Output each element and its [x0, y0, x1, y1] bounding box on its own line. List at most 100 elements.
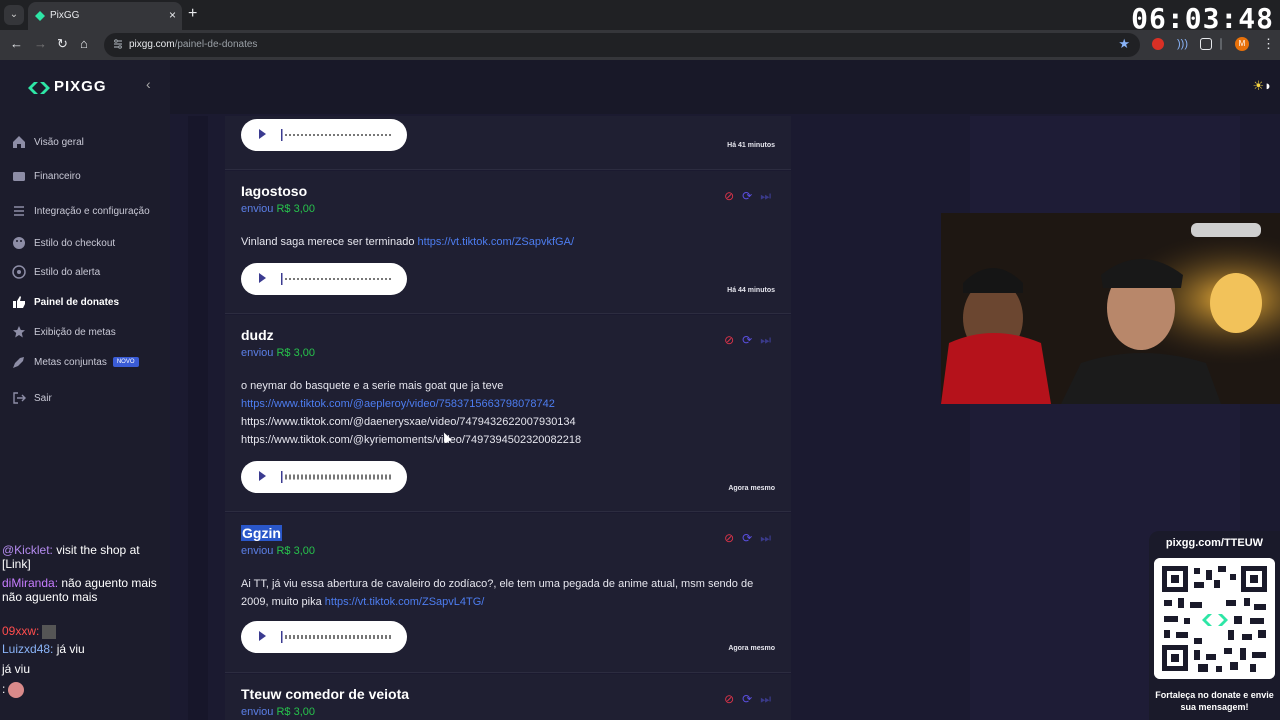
sidebar-item-exibicao-metas[interactable]: Exibição de metas — [12, 320, 116, 344]
block-icon[interactable]: ⊘ — [724, 692, 734, 707]
waveform-icon — [281, 273, 393, 285]
tab-search-chevron-icon[interactable]: ⌄ — [4, 5, 24, 25]
donation-amount-line: enviou R$ 3,00 — [241, 203, 315, 215]
sidebar-item-label: Painel de donates — [34, 296, 120, 308]
message-text: 2009, muito pika — [241, 596, 325, 608]
replay-icon[interactable]: ⟳ — [742, 333, 752, 348]
audio-player[interactable] — [241, 621, 407, 653]
address-bar[interactable]: pixgg.com/painel-de-donates ★ — [104, 33, 1140, 57]
message-link[interactable]: https://vt.tiktok.com/ZSapvL4TG/ — [325, 596, 485, 608]
donation-actions: ⊘ ⟳ ⏭ — [724, 189, 771, 204]
sidebar-item-estilo-alerta[interactable]: Estilo do alerta — [12, 260, 100, 284]
sidebar-item-sair[interactable]: Sair — [12, 386, 52, 410]
browser-toolbar: ← → ↻ ⌂ pixgg.com/painel-de-donates ★ ))… — [0, 30, 1280, 60]
donation-time: Há 41 minutos — [727, 142, 775, 149]
sidebar-item-visao-geral[interactable]: Visão geral — [12, 130, 84, 154]
play-icon[interactable] — [259, 129, 266, 139]
browser-menu-icon[interactable]: ⋮ — [1262, 36, 1275, 52]
left-gutter — [188, 116, 208, 720]
replay-icon[interactable]: ⟳ — [742, 531, 752, 546]
skip-icon[interactable]: ⏭ — [760, 692, 771, 707]
stream-chat: @Kicklet: visit the shop at [Link] diMir… — [0, 540, 160, 720]
chat-username: 09xxw: — [2, 624, 40, 638]
donation-time: Agora mesmo — [728, 485, 775, 492]
audio-player[interactable] — [241, 263, 407, 295]
skip-icon[interactable]: ⏭ — [760, 189, 771, 204]
extension-wave-icon[interactable]: ))) — [1177, 38, 1189, 50]
replay-icon[interactable]: ⟳ — [742, 189, 752, 204]
site-info-icon[interactable] — [112, 38, 124, 50]
donation-amount: R$ 3,00 — [276, 347, 316, 359]
donation-time: Agora mesmo — [728, 645, 775, 652]
sidebar-item-label: Financeiro — [34, 170, 81, 182]
extension-red-icon[interactable] — [1152, 38, 1164, 50]
play-icon[interactable] — [259, 471, 266, 481]
qr-overlay: pixgg.com/TTEUW Fortaleça no donate e en… — [1149, 531, 1280, 720]
skip-icon[interactable]: ⏭ — [760, 333, 771, 348]
skip-icon[interactable]: ⏭ — [760, 531, 771, 546]
sidebar-item-label: Estilo do alerta — [34, 266, 101, 278]
chat-message: diMiranda: não aguento mais não aguento … — [2, 576, 158, 604]
extensions-puzzle-icon[interactable] — [1200, 38, 1212, 50]
bookmark-star-icon[interactable]: ★ — [1118, 36, 1130, 52]
profile-avatar[interactable]: M — [1235, 37, 1249, 51]
thumbs-up-icon — [13, 296, 25, 308]
audio-player[interactable] — [241, 461, 407, 493]
donation-amount-line: enviou R$ 3,00 — [241, 347, 315, 359]
webcam-feed-image — [941, 213, 1280, 404]
donation-message: o neymar do basquete e a serie mais goat… — [241, 377, 781, 449]
sidebar-item-label: Integração e configuração — [34, 205, 150, 217]
reload-icon[interactable]: ↻ — [57, 36, 68, 52]
new-tab-button[interactable]: + — [188, 5, 197, 23]
theme-toggle-icon[interactable]: ☀◗ — [1252, 78, 1272, 94]
sent-label: enviou — [241, 347, 274, 359]
play-icon[interactable] — [259, 631, 266, 641]
waveform-icon — [281, 471, 393, 483]
sidebar-item-financeiro[interactable]: Financeiro — [12, 164, 81, 188]
chat-username: Luizxd48: — [2, 642, 54, 656]
chat-text: já viu — [53, 642, 85, 656]
palette-icon — [12, 265, 26, 279]
close-tab-icon[interactable]: × — [169, 8, 176, 22]
qr-code-icon — [1154, 558, 1275, 679]
block-icon[interactable]: ⊘ — [724, 189, 734, 204]
replay-icon[interactable]: ⟳ — [742, 692, 752, 707]
sidebar-item-integracao[interactable]: Integração e configuração — [12, 199, 150, 223]
sidebar-item-label: Sair — [34, 392, 52, 404]
donation-card: Tteuw comedor de veiota enviou R$ 3,00 ⊘… — [225, 674, 791, 720]
webcam-overlay — [941, 213, 1280, 404]
star-icon — [13, 326, 25, 338]
browser-tab[interactable]: PixGG × — [28, 2, 182, 30]
forward-arrow-icon[interactable]: → — [34, 36, 47, 51]
sidebar-item-metas-conjuntas[interactable]: Metas conjuntas NOVO — [12, 350, 139, 374]
back-arrow-icon[interactable]: ← — [10, 36, 23, 51]
home-page-icon[interactable]: ⌂ — [80, 36, 88, 51]
donation-card: Ggzin enviou R$ 3,00 ⊘ ⟳ ⏭ Ai TT, já viu… — [225, 513, 791, 673]
palette-icon — [13, 237, 25, 249]
sidebar-item-label: Metas conjuntas — [34, 356, 107, 368]
message-link[interactable]: https://www.tiktok.com/@aepleroy/video/7… — [241, 398, 555, 410]
donations-feed: Há 41 minutos Iagostoso enviou R$ 3,00 ⊘… — [225, 116, 791, 720]
donation-amount: R$ 3,00 — [276, 545, 316, 557]
toolbar-divider — [1220, 38, 1222, 50]
message-text: Vinland saga merece ser terminado — [241, 236, 418, 248]
sidebar-item-painel-donates[interactable]: Painel de donates — [12, 290, 119, 314]
tab-title: PixGG — [50, 10, 80, 21]
sliders-icon — [14, 206, 24, 216]
top-strip: ☀◗ — [170, 60, 1280, 114]
message-link[interactable]: https://vt.tiktok.com/ZSapvkfGA/ — [418, 236, 575, 248]
sidebar-item-estilo-checkout[interactable]: Estilo do checkout — [12, 231, 115, 255]
donor-name: Tteuw comedor de veiota — [241, 686, 410, 702]
chat-username: : — [2, 682, 6, 697]
message-text: https://www.tiktok.com/@kyriemoments/vid… — [241, 434, 582, 446]
play-icon[interactable] — [259, 273, 266, 283]
audio-player[interactable] — [241, 119, 407, 151]
collapse-sidebar-icon[interactable]: ‹ — [146, 76, 151, 92]
block-icon[interactable]: ⊘ — [724, 531, 734, 546]
block-icon[interactable]: ⊘ — [724, 333, 734, 348]
chat-message: Luizxd48: já viu — [2, 642, 158, 656]
pixgg-logo-icon — [28, 82, 50, 94]
donation-amount: R$ 3,00 — [276, 203, 316, 215]
chat-emote — [8, 682, 25, 698]
chat-message: 09xxw: — [2, 624, 158, 639]
